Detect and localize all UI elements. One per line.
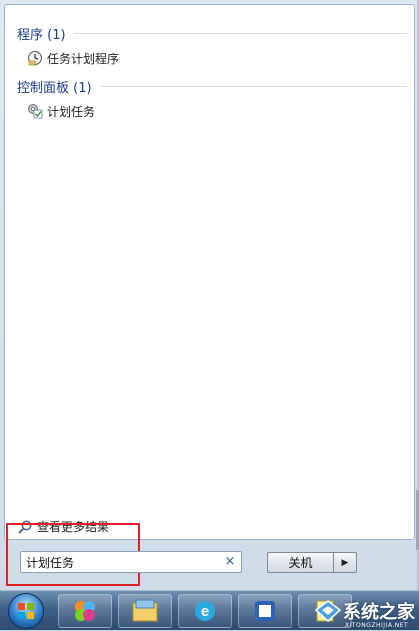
group-header-programs: 程序 (1): [17, 23, 407, 43]
site-watermark: 系统之家 XITONGZHIJIA.NET: [313, 598, 415, 629]
search-results-pane: 程序 (1) 任务计划程序 控制面板 (1) 计划任务 查看更多结果: [4, 4, 415, 540]
watermark-logo-icon: [314, 600, 342, 623]
group-header-divider: [73, 32, 407, 34]
windows-start-icon[interactable]: [8, 593, 44, 629]
file-explorer-icon[interactable]: [118, 594, 172, 628]
start-search-box[interactable]: ×: [20, 551, 242, 573]
group-header-divider: [99, 85, 407, 87]
taskbar: e 系统之家 XITONGZHIJIA.NET: [0, 590, 419, 630]
shutdown-options-arrow-icon[interactable]: ▶: [333, 552, 357, 573]
group-header-control-panel-label: 控制面板 (1): [17, 80, 92, 96]
media-app-icon[interactable]: [238, 594, 292, 628]
color-circles-app-icon[interactable]: [58, 594, 112, 628]
shutdown-button-group: 关机 ▶: [267, 552, 357, 573]
clear-search-icon[interactable]: ×: [223, 554, 237, 570]
result-item-label: 任务计划程序: [47, 51, 120, 66]
task-scheduler-icon: [27, 50, 43, 66]
search-input[interactable]: [21, 553, 216, 571]
result-item-label: 计划任务: [47, 104, 96, 119]
group-header-control-panel: 控制面板 (1): [17, 76, 407, 96]
group-header-programs-label: 程序 (1): [17, 27, 66, 43]
result-item-scheduled-tasks[interactable]: 计划任务: [27, 101, 103, 121]
scheduled-tasks-icon: [27, 103, 43, 119]
shutdown-button[interactable]: 关机: [267, 552, 333, 573]
watermark-text: 系统之家: [343, 602, 415, 623]
ie-browser-icon[interactable]: e: [178, 594, 232, 628]
result-item-task-scheduler[interactable]: 任务计划程序: [27, 48, 127, 68]
start-menu: 程序 (1) 任务计划程序 控制面板 (1) 计划任务 查看更多结果 计划任务 …: [0, 0, 419, 590]
svg-text:e: e: [201, 603, 209, 620]
watermark-subtext: XITONGZHIJIA.NET: [345, 622, 409, 629]
